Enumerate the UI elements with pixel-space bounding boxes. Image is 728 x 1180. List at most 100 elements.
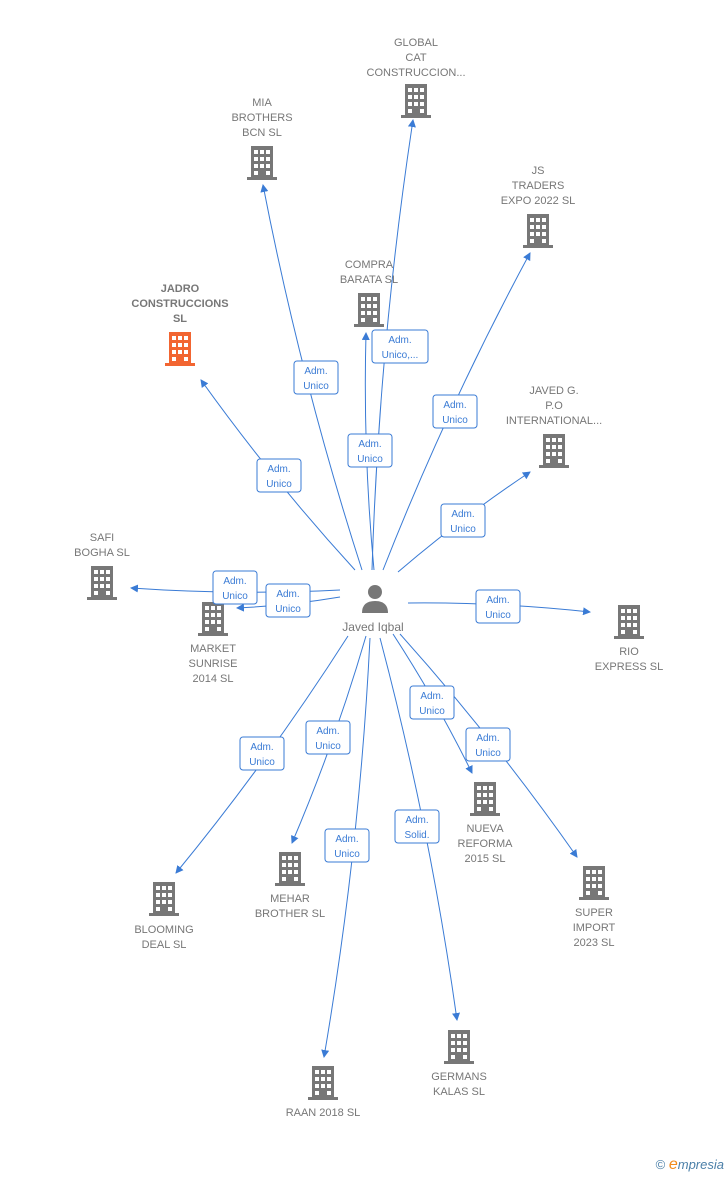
role-text: Adm. xyxy=(335,834,358,845)
role-label: Adm. Unico xyxy=(409,685,455,720)
company-name-line: JADRO xyxy=(161,283,200,295)
building-icon xyxy=(308,1066,338,1100)
building-icon xyxy=(614,605,644,639)
company-name-line: MARKET xyxy=(190,643,236,655)
company-name-line: MEHAR xyxy=(270,893,310,905)
role-text: Adm. xyxy=(276,589,299,600)
company-name-line: INTERNATIONAL... xyxy=(506,415,602,427)
role-text: Unico xyxy=(334,849,360,860)
building-icon xyxy=(149,882,179,916)
role-label: Adm. Unico xyxy=(324,828,370,863)
company-node[interactable]: JS TRADERS EXPO 2022 SL xyxy=(501,165,576,248)
role-label: Adm. Unico xyxy=(440,503,486,538)
role-label: Adm. Unico xyxy=(256,458,302,493)
company-name-line: MIA xyxy=(252,97,272,109)
role-text: Unico xyxy=(357,454,383,465)
role-text: Unico xyxy=(442,415,468,426)
company-name-line: BROTHER SL xyxy=(255,908,325,920)
company-name-line: BARATA SL xyxy=(340,274,398,286)
role-text: Adm. xyxy=(451,509,474,520)
role-text: Unico xyxy=(275,604,301,615)
company-name-line: GERMANS xyxy=(431,1071,487,1083)
copyright-symbol: © xyxy=(655,1157,666,1172)
company-name-line: BLOOMING xyxy=(134,924,193,936)
company-name-line: DEAL SL xyxy=(142,939,187,951)
company-name-line: BCN SL xyxy=(242,127,282,139)
company-name-line: CAT xyxy=(405,52,426,64)
person-icon xyxy=(362,585,388,613)
role-text: Unico xyxy=(315,741,341,752)
company-node[interactable]: MARKET SUNRISE 2014 SL xyxy=(189,602,238,685)
building-icon xyxy=(539,434,569,468)
brand-initial: e xyxy=(668,1156,678,1173)
company-name-line: JS xyxy=(532,165,545,177)
company-node[interactable]: GERMANS KALAS SL xyxy=(431,1030,487,1098)
company-name-line: RAAN 2018 SL xyxy=(286,1107,361,1119)
company-node[interactable]: JAVED G. P.O INTERNATIONAL... xyxy=(506,385,602,468)
role-label: Adm. Unico xyxy=(305,720,351,755)
role-label: Adm. Unico xyxy=(212,570,258,605)
role-text: Unico xyxy=(419,706,445,717)
network-graph: GLOBAL CAT CONSTRUCCION... MIA BROTHERS BCN S… xyxy=(74,37,663,1119)
role-text: Solid. xyxy=(404,830,429,841)
role-text: Adm. xyxy=(223,576,246,587)
role-text: Adm. xyxy=(304,366,327,377)
building-icon xyxy=(444,1030,474,1064)
company-name-line: JAVED G. xyxy=(529,385,578,397)
role-text: Adm. xyxy=(486,595,509,606)
company-node[interactable]: NUEVA REFORMA 2015 SL xyxy=(458,782,514,865)
building-icon xyxy=(523,214,553,248)
company-name-line: COMPRA xyxy=(345,259,394,271)
building-icon xyxy=(579,866,609,900)
role-text: Adm. xyxy=(358,439,381,450)
role-label: Adm. Unico xyxy=(465,727,511,762)
company-name-line: IMPORT xyxy=(573,922,616,934)
company-name-line: SAFI xyxy=(90,532,114,544)
building-icon xyxy=(401,84,431,118)
company-name-line: 2023 SL xyxy=(574,937,615,949)
role-text: Unico,... xyxy=(382,350,419,361)
role-label: Adm. Solid. xyxy=(394,809,440,844)
company-node[interactable]: COMPRA BARATA SL xyxy=(340,259,398,327)
company-node[interactable]: BLOOMING DEAL SL xyxy=(134,882,194,951)
center-person[interactable]: Javed Iqbal xyxy=(342,585,404,634)
company-node[interactable]: JADRO CONSTRUCCIONS SL xyxy=(131,283,229,366)
company-node[interactable]: MEHAR BROTHER SL xyxy=(255,852,325,920)
company-name-line: SL xyxy=(173,313,187,325)
company-node[interactable]: RIO EXPRESS SL xyxy=(595,605,663,673)
company-name-line: EXPO 2022 SL xyxy=(501,195,576,207)
company-name-line: SUPER xyxy=(575,907,613,919)
company-node[interactable]: GLOBAL CAT CONSTRUCCION... xyxy=(367,37,466,118)
role-text: Unico xyxy=(450,524,476,535)
building-icon xyxy=(165,332,195,366)
company-node[interactable]: SAFI BOGHA SL xyxy=(74,532,130,600)
company-name-line: RIO xyxy=(619,646,639,658)
company-name-line: 2015 SL xyxy=(465,853,506,865)
empresia-logo: © empresia xyxy=(656,1156,724,1174)
role-text: Unico xyxy=(222,591,248,602)
building-icon xyxy=(354,293,384,327)
role-label: Adm. Unico xyxy=(239,736,285,771)
building-icon xyxy=(87,566,117,600)
company-name-line: CONSTRUCCION... xyxy=(367,67,466,79)
company-node[interactable]: SUPER IMPORT 2023 SL xyxy=(573,866,616,949)
company-node[interactable]: RAAN 2018 SL xyxy=(286,1066,361,1119)
role-text: Unico xyxy=(485,610,511,621)
role-text: Adm. xyxy=(388,335,411,346)
company-name-line: NUEVA xyxy=(466,823,504,835)
company-name-line: REFORMA xyxy=(458,838,514,850)
role-label: Adm. Unico,... xyxy=(371,329,429,364)
building-icon xyxy=(247,146,277,180)
company-name-line: 2014 SL xyxy=(193,673,234,685)
role-text: Adm. xyxy=(250,742,273,753)
company-name-line: BOGHA SL xyxy=(74,547,130,559)
role-text: Adm. xyxy=(405,815,428,826)
company-node[interactable]: MIA BROTHERS BCN SL xyxy=(231,97,293,180)
role-label: Adm. Unico xyxy=(475,589,521,624)
role-text: Adm. xyxy=(420,691,443,702)
role-text: Unico xyxy=(475,748,501,759)
role-label: Adm. Unico xyxy=(265,583,311,618)
role-text: Adm. xyxy=(476,733,499,744)
company-name-line: EXPRESS SL xyxy=(595,661,663,673)
role-label: Adm. Unico xyxy=(293,360,339,395)
